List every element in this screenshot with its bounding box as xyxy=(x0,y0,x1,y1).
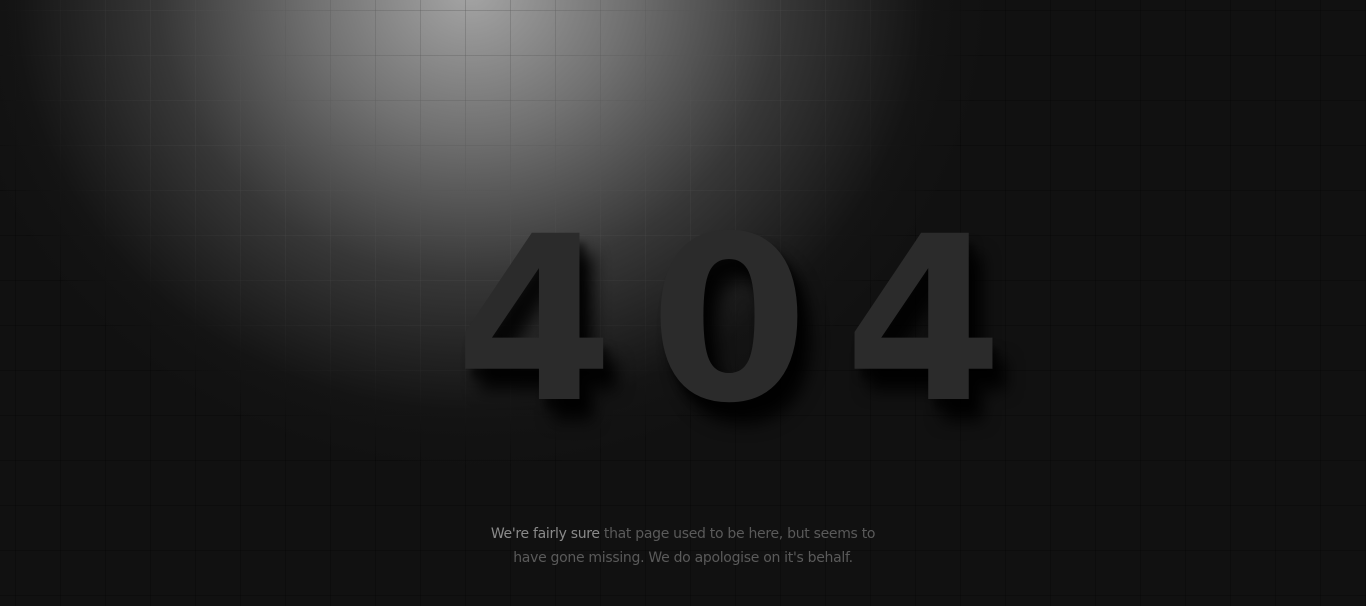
error-code: 404 xyxy=(455,187,1039,453)
error-message-lead: We're fairly sure xyxy=(490,526,600,542)
error-page: 404 We're fairly sure that page used to … xyxy=(0,0,1366,606)
error-message: We're fairly sure that page used to be h… xyxy=(483,522,883,570)
